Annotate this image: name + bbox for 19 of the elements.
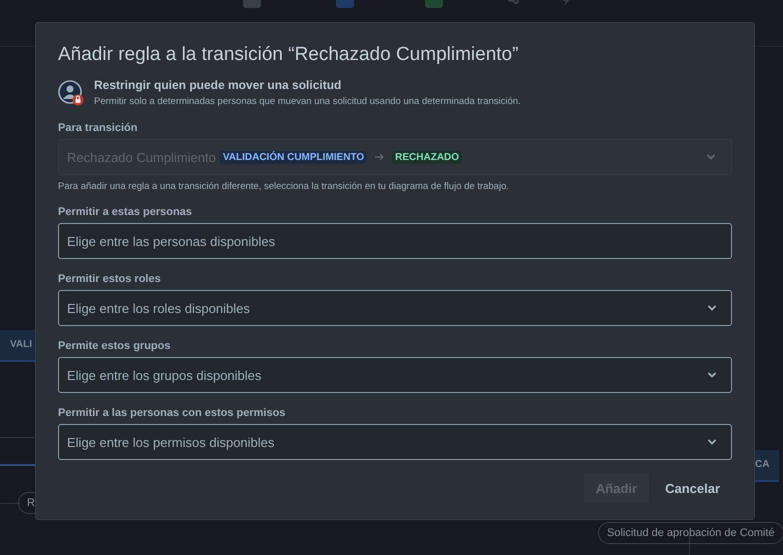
field-label: Permitir a las personas con estos permisos <box>58 406 286 420</box>
arrow-right-icon <box>374 152 386 162</box>
info-description: Permitir solo a determinadas personas que muevan una solicitud usando una determinada transición. <box>94 96 521 107</box>
select-field[interactable]: Elige entre los roles disponibles <box>58 290 732 326</box>
dialog-title: Añadir regla a la transición “Rechazado Cumplimiento” <box>58 43 520 67</box>
status-lozenge: RECHAZADO <box>392 150 462 164</box>
help-text: Para añadir una regla a una transición diferente, selecciona la transición en tu diagrama de flujo de trabajo. <box>58 181 510 192</box>
select-field[interactable]: Elige entre los grupos disponibles <box>58 357 732 393</box>
status-lozenge: VALIDACIÓN CUMPLIMIENTO <box>220 150 368 164</box>
info-heading: Restringir quien puede mover una solicitud <box>94 78 342 92</box>
cancel-button[interactable]: Cancelar <box>653 474 732 502</box>
request-node: Solicitud de aprobación de Comité <box>598 522 783 544</box>
input-field[interactable]: Elige entre las personas disponibles <box>58 223 732 259</box>
field-label: Permitir estos roles <box>58 272 162 286</box>
select-field[interactable]: Elige entre los permisos disponibles <box>58 424 732 460</box>
locked-user-icon <box>58 80 84 106</box>
field-label: Permite estos grupos <box>58 339 172 353</box>
field-label: Para transición <box>58 121 138 135</box>
field-label: Permitir a estas personas <box>58 205 193 219</box>
